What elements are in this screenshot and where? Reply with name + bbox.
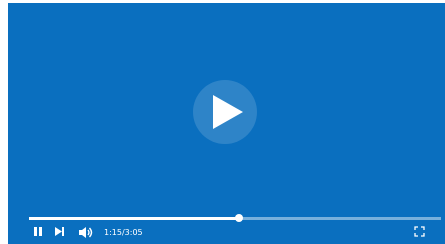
progress-bar[interactable]: [29, 214, 441, 222]
play-icon: [207, 95, 243, 129]
time-display: 1:15/3:05: [104, 228, 143, 237]
big-play-button[interactable]: [193, 80, 257, 144]
pause-button[interactable]: [33, 226, 43, 237]
fullscreen-button[interactable]: [414, 226, 425, 237]
skip-next-icon: [54, 226, 65, 237]
progress-played: [29, 217, 240, 220]
progress-handle[interactable]: [235, 214, 244, 222]
next-button[interactable]: [54, 226, 65, 237]
fullscreen-icon: [414, 226, 425, 237]
pause-icon: [33, 226, 43, 237]
control-bar: 1:15/3:05: [8, 223, 445, 244]
volume-button[interactable]: [79, 226, 95, 239]
video-player[interactable]: 1:15/3:05: [8, 3, 445, 244]
volume-icon: [79, 226, 95, 239]
